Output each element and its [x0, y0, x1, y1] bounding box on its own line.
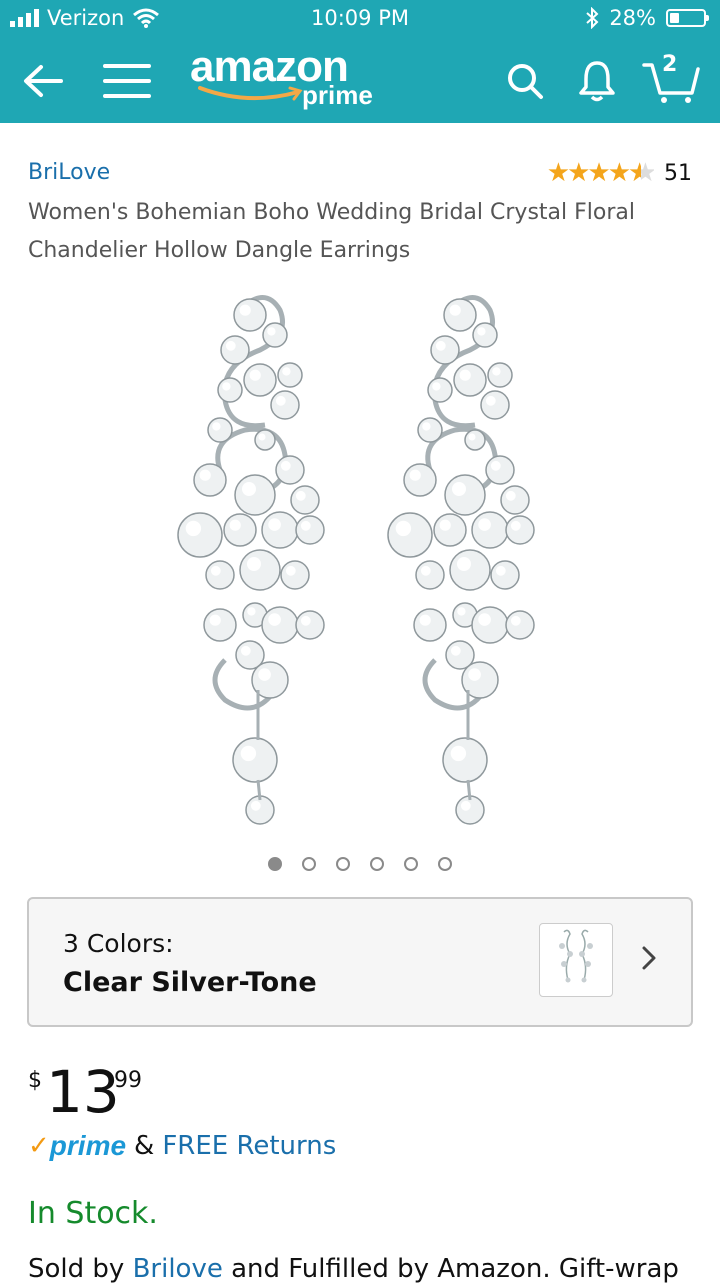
product-image[interactable] — [160, 280, 560, 840]
bluetooth-icon — [586, 7, 599, 29]
price-whole: 13 — [46, 1058, 120, 1126]
product-title: Women's Bohemian Boho Wedding Bridal Cry… — [28, 200, 635, 263]
pager-dot[interactable] — [268, 857, 282, 871]
pager-dot[interactable] — [370, 857, 384, 871]
prime-shipping: ✓ prime & FREE Returns — [28, 1130, 336, 1162]
pager-dot[interactable] — [302, 857, 316, 871]
status-bar: Verizon 10:09 PM 28% — [0, 0, 720, 40]
prime-check-icon: ✓ — [28, 1131, 50, 1161]
chevron-right-icon[interactable] — [639, 943, 659, 977]
earrings-image — [177, 295, 535, 825]
smile-arrow-icon — [198, 86, 303, 101]
free-returns-link[interactable]: FREE Returns — [162, 1131, 336, 1161]
menu-icon[interactable] — [100, 56, 154, 106]
amazon-prime-logo[interactable]: amazon prime — [190, 42, 390, 112]
pager-dot[interactable] — [404, 857, 418, 871]
back-arrow-icon[interactable] — [18, 56, 68, 106]
image-pager[interactable] — [0, 857, 720, 871]
battery-percent: 28% — [609, 6, 656, 30]
bell-icon[interactable] — [572, 54, 622, 108]
ampersand: & — [134, 1131, 155, 1161]
app-header: Verizon 10:09 PM 28% amazon prime 2 — [0, 0, 720, 123]
logo-prime: prime — [302, 80, 373, 110]
color-count-label: 3 Colors: — [63, 929, 174, 958]
stock-status: In Stock. — [28, 1196, 158, 1231]
rating[interactable]: ★★★★★★ 51 — [547, 158, 692, 188]
battery-icon — [666, 9, 709, 27]
price-currency: $ — [28, 1068, 42, 1093]
star-rating-icon: ★★★★★★ — [546, 158, 654, 188]
color-thumbnail[interactable] — [539, 923, 613, 997]
rating-count: 51 — [664, 160, 692, 186]
nav-bar: amazon prime 2 — [0, 42, 720, 116]
prime-badge: prime — [49, 1130, 127, 1161]
search-icon[interactable] — [500, 56, 550, 106]
cart-count-badge: 2 — [662, 52, 678, 77]
pager-dot[interactable] — [336, 857, 350, 871]
battery-fill — [670, 13, 679, 23]
selected-color: Clear Silver-Tone — [63, 967, 317, 998]
brand-link[interactable]: BriLove — [28, 160, 110, 185]
pager-dot[interactable] — [438, 857, 452, 871]
color-selector[interactable]: 3 Colors: Clear Silver-Tone — [27, 897, 693, 1027]
cart-icon[interactable]: 2 — [640, 50, 704, 110]
price-fraction: 99 — [114, 1068, 142, 1093]
